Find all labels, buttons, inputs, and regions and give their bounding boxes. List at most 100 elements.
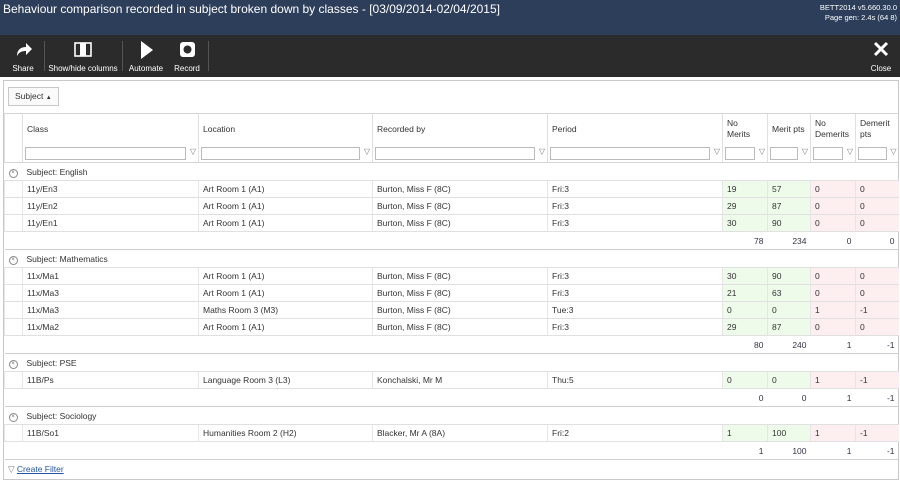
close-label: Close [870, 64, 892, 73]
filter-input[interactable] [770, 147, 798, 160]
cell-merit-pts: 90 [767, 214, 811, 232]
columns-icon [74, 42, 92, 57]
filter-icon[interactable]: ▽ [890, 147, 896, 156]
cell-class: 11y/En1 [22, 214, 199, 232]
total-demerit-pts: -1 [855, 335, 899, 354]
toolbar-separator [208, 41, 209, 71]
row-spacer [4, 180, 23, 198]
row-spacer [4, 371, 23, 389]
table-row[interactable]: 11x/Ma3 Art Room 1 (A1) Burton, Miss F (8C… [4, 284, 899, 302]
column-header-demerit-pts[interactable]: Demerit pts [855, 113, 899, 144]
cell-merit-pts: 87 [767, 318, 811, 336]
collapse-group-icon[interactable]: × [8, 359, 18, 369]
filter-input[interactable] [725, 147, 755, 160]
table-row[interactable]: 11x/Ma2 Art Room 1 (A1) Burton, Miss F (8C… [4, 318, 899, 336]
cell-demerit-pts: 0 [855, 180, 899, 198]
create-filter-link[interactable]: Create Filter [17, 464, 64, 474]
total-no-demerits: 1 [810, 335, 856, 354]
filter-icon[interactable]: ▽ [539, 147, 545, 156]
filter-icon[interactable]: ▽ [759, 147, 765, 156]
group-row: × Subject: Mathematics [4, 249, 899, 268]
column-header-no-demerits[interactable]: No Demerits [810, 113, 856, 144]
row-spacer [4, 214, 23, 232]
group-label: Subject: Sociology [22, 406, 899, 425]
report-panel: Subject ▲ Class Location Recorded by Per… [3, 80, 899, 480]
cell-demerit-pts: -1 [855, 371, 899, 389]
cell-demerit-pts: 0 [855, 267, 899, 285]
filter-input[interactable] [375, 147, 535, 160]
filter-icon[interactable]: ▽ [847, 147, 853, 156]
record-button[interactable]: Record [170, 39, 204, 73]
sort-up-icon: ▲ [45, 95, 52, 101]
cell-period: Fri:3 [547, 180, 723, 198]
total-merit-pts: 234 [767, 231, 811, 250]
automate-button[interactable]: Automate [126, 39, 166, 73]
header-spacer [4, 113, 23, 144]
table-row[interactable]: 11B/So1 Humanities Room 2 (H2) Blacker, Mr… [4, 424, 899, 442]
table-row[interactable]: 11x/Ma3 Maths Room 3 (M3) Burton, Miss F (… [4, 301, 899, 319]
cell-period: Fri:3 [547, 197, 723, 215]
filter-input[interactable] [858, 147, 887, 160]
cell-merit-pts: 87 [767, 197, 811, 215]
column-header-period[interactable]: Period [547, 113, 723, 144]
group-row: × Subject: PSE [4, 353, 899, 372]
play-icon [141, 41, 153, 59]
collapse-group-icon[interactable]: × [8, 168, 18, 178]
cell-no-demerits: 1 [810, 301, 856, 319]
filter-icon[interactable]: ▽ [714, 147, 720, 156]
group-by-subject-chip[interactable]: Subject ▲ [8, 87, 59, 106]
share-label: Share [12, 64, 34, 73]
title-bar: Behaviour comparison recorded in subject… [0, 0, 900, 35]
cell-recorded-by: Burton, Miss F (8C) [372, 284, 548, 302]
column-header-no-merits[interactable]: No Merits [722, 113, 768, 144]
column-header-recorded-by[interactable]: Recorded by [372, 113, 548, 144]
filter-icon[interactable]: ▽ [190, 147, 196, 156]
collapse-group-icon[interactable]: × [8, 412, 18, 422]
filter-cell: ▽ [722, 144, 768, 163]
cell-no-demerits: 1 [810, 424, 856, 442]
table-row[interactable]: 11y/En3 Art Room 1 (A1) Burton, Miss F (8C… [4, 180, 899, 198]
filter-icon[interactable]: ▽ [364, 147, 370, 156]
column-header-location[interactable]: Location [198, 113, 373, 144]
cell-demerit-pts: 0 [855, 214, 899, 232]
filter-input[interactable] [550, 147, 710, 160]
filter-input[interactable] [201, 147, 360, 160]
cell-merit-pts: 57 [767, 180, 811, 198]
show-hide-columns-button[interactable]: Show/hide columns [48, 39, 118, 73]
table-row[interactable]: 11y/En1 Art Room 1 (A1) Burton, Miss F (8C… [4, 214, 899, 232]
cell-period: Tue:3 [547, 301, 723, 319]
filter-icon[interactable]: ▽ [802, 147, 808, 156]
collapse-group-icon[interactable]: × [8, 255, 18, 265]
column-header-class[interactable]: Class [22, 113, 199, 144]
table-row[interactable]: 11y/En2 Art Room 1 (A1) Burton, Miss F (8C… [4, 197, 899, 215]
totals-spacer [4, 335, 723, 354]
share-button[interactable]: Share [6, 39, 40, 73]
filter-input[interactable] [25, 147, 186, 160]
cell-no-merits: 29 [722, 197, 768, 215]
group-totals-row: 80 240 1 -1 [4, 335, 899, 354]
table-row[interactable]: 11x/Ma1 Art Room 1 (A1) Burton, Miss F (8C… [4, 267, 899, 285]
report-grid: Class Location Recorded by Period No Mer… [4, 113, 899, 460]
cell-class: 11B/Ps [22, 371, 199, 389]
totals-spacer [4, 441, 723, 460]
cell-no-merits: 0 [722, 371, 768, 389]
total-no-merits: 1 [722, 441, 768, 460]
cell-location: Art Room 1 (A1) [198, 197, 373, 215]
version-label: BETT2014 v5.660.30.0 [819, 3, 897, 12]
table-row[interactable]: 11B/Ps Language Room 3 (L3) Konchalski, Mr… [4, 371, 899, 389]
automate-label: Automate [128, 64, 164, 73]
cell-no-demerits: 0 [810, 197, 856, 215]
cell-no-demerits: 0 [810, 180, 856, 198]
group-expander-cell: × [4, 353, 23, 372]
cell-merit-pts: 63 [767, 284, 811, 302]
cell-no-merits: 0 [722, 301, 768, 319]
filter-cell: ▽ [767, 144, 811, 163]
cell-recorded-by: Burton, Miss F (8C) [372, 301, 548, 319]
filter-input[interactable] [813, 147, 843, 160]
column-header-merit-pts[interactable]: Merit pts [767, 113, 811, 144]
total-demerit-pts: 0 [855, 231, 899, 250]
cell-location: Art Room 1 (A1) [198, 267, 373, 285]
toolbar-separator [44, 41, 45, 71]
close-button[interactable]: Close [866, 39, 896, 73]
cell-merit-pts: 0 [767, 371, 811, 389]
